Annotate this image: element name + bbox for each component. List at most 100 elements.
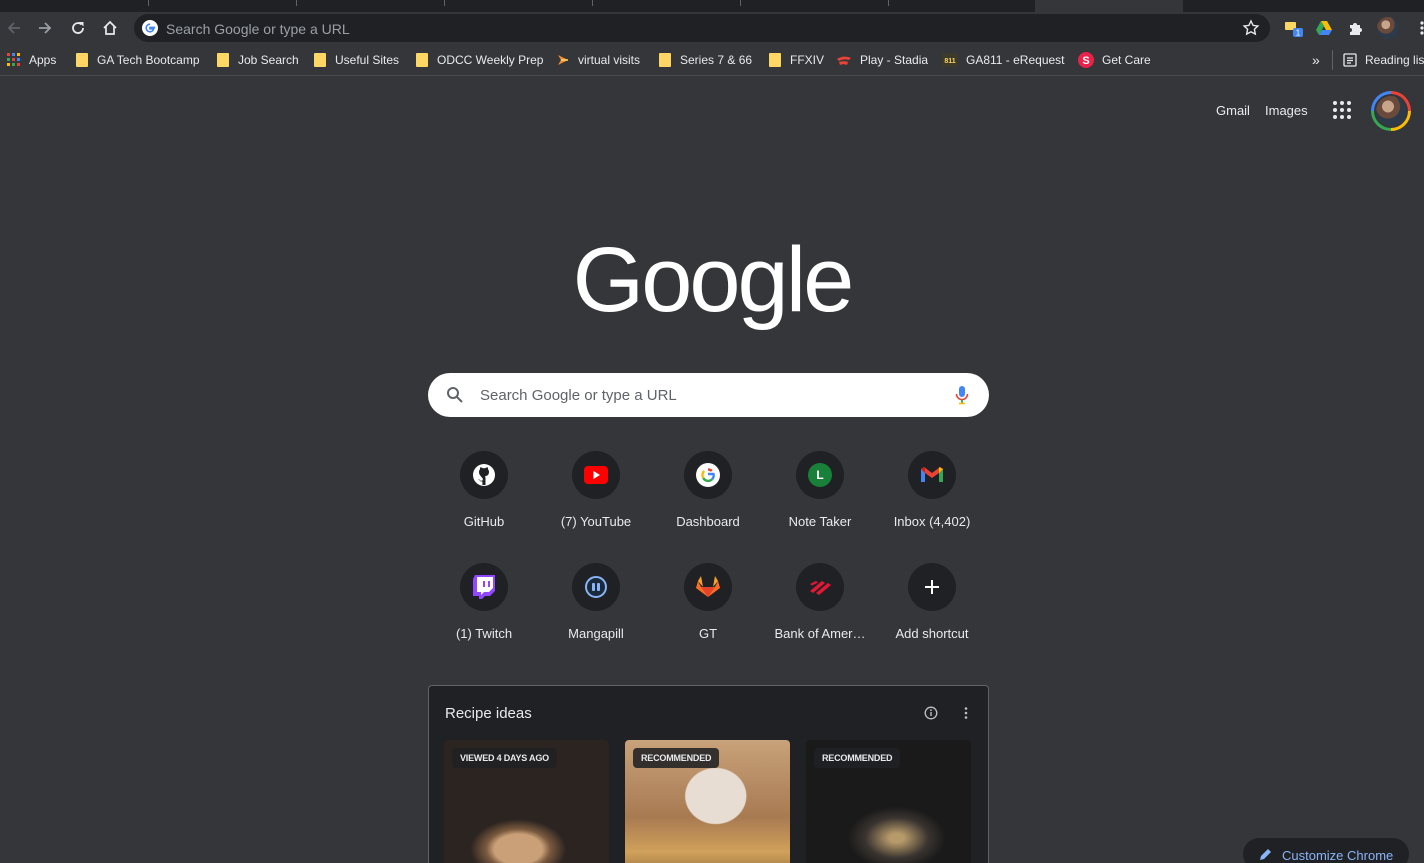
extensions-menu-button[interactable]: [1346, 18, 1366, 38]
search-icon: [447, 387, 463, 403]
shortcut-tile: [796, 563, 844, 611]
recipe-tile[interactable]: RECOMMENDED: [806, 740, 971, 863]
shortcut-gt[interactable]: GT: [652, 563, 764, 675]
bookmarks-bar: Apps GA Tech Bootcamp Job Search Useful …: [0, 44, 1424, 76]
svg-text:1: 1: [1296, 29, 1301, 38]
avatar-photo: [1376, 96, 1406, 126]
bookmark-ga-tech-bootcamp[interactable]: GA Tech Bootcamp: [75, 52, 200, 68]
shortcut-inbox[interactable]: Inbox (4,402): [876, 451, 988, 563]
forward-button[interactable]: [33, 16, 57, 40]
tab-strip: [0, 0, 1424, 12]
bank-of-america-icon: [810, 581, 831, 595]
tab-separator: [148, 0, 149, 6]
google-logo: Google: [572, 229, 855, 331]
bookmark-label: Series 7 & 66: [680, 53, 753, 67]
shortcut-tile: [684, 451, 732, 499]
extension-button[interactable]: 1: [1284, 18, 1304, 38]
shortcut-dashboard[interactable]: Dashboard: [652, 451, 764, 563]
recipe-tile[interactable]: VIEWED 4 DAYS AGO: [444, 740, 609, 863]
gitlab-icon: [696, 576, 720, 597]
extension-badge-icon: 1: [1285, 22, 1303, 38]
shortcut-label: Dashboard: [676, 514, 740, 529]
puzzle-icon: [1350, 23, 1362, 35]
reload-icon: [72, 22, 84, 34]
folder-icon: [216, 53, 230, 67]
recipe-badge: VIEWED 4 DAYS AGO: [452, 748, 557, 768]
twitch-icon: [473, 575, 495, 599]
shortcut-tile: [460, 563, 508, 611]
bookmark-star-icon[interactable]: [1242, 19, 1260, 37]
shortcut-mangapill[interactable]: Mangapill: [540, 563, 652, 675]
bookmark-job-search[interactable]: Job Search: [216, 52, 299, 68]
apps-grid-icon: [7, 53, 21, 67]
add-shortcut-button[interactable]: Add shortcut: [876, 563, 988, 675]
bookmark-get-care[interactable]: S Get Care: [1078, 52, 1151, 68]
shortcut-tile: [684, 563, 732, 611]
shortcut-tile: [908, 451, 956, 499]
shortcut-bank-of-america[interactable]: Bank of Amer…: [764, 563, 876, 675]
tab-separator: [740, 0, 741, 6]
bookmark-play-stadia[interactable]: Play - Stadia: [836, 52, 928, 68]
back-button[interactable]: [2, 16, 26, 40]
customize-chrome-label: Customize Chrome: [1282, 848, 1394, 863]
omnibox[interactable]: Search Google or type a URL: [134, 14, 1270, 42]
microphone-icon[interactable]: [955, 385, 969, 405]
account-avatar[interactable]: [1371, 91, 1411, 131]
customize-chrome-button[interactable]: Customize Chrome: [1243, 838, 1409, 863]
shortcut-label: (7) YouTube: [560, 514, 632, 529]
recipe-tile[interactable]: RECOMMENDED: [625, 740, 790, 863]
folder-icon: [768, 53, 782, 67]
shortcut-label: GT: [698, 626, 718, 641]
bookmarks-overflow-button[interactable]: »: [1312, 52, 1320, 68]
folder-icon: [75, 53, 89, 67]
reload-button[interactable]: [66, 16, 90, 40]
shortcut-twitch[interactable]: (1) Twitch: [428, 563, 540, 675]
svg-text:811: 811: [944, 58, 955, 65]
bookmark-odcc-weekly-prep[interactable]: ODCC Weekly Prep: [415, 52, 543, 68]
shortcut-label: Mangapill: [568, 626, 624, 641]
shortcut-tile: [460, 451, 508, 499]
reading-list-button[interactable]: Reading list: [1343, 52, 1424, 68]
active-tab[interactable]: [1035, 0, 1183, 12]
shortcut-label: Add shortcut: [895, 626, 969, 641]
bookmark-ga811-erequest[interactable]: 811 GA811 - eRequest: [942, 52, 1065, 68]
bookmark-label: virtual visits: [578, 53, 641, 67]
shortcut-label: Note Taker: [788, 514, 852, 529]
gmail-icon: [921, 467, 943, 482]
stadia-icon: [836, 53, 852, 67]
shortcut-label: Bank of Amer…: [774, 626, 866, 641]
shortcut-github[interactable]: GitHub: [428, 451, 540, 563]
omnibox-text: Search Google or type a URL: [166, 21, 350, 37]
overflow-chevron: »: [1312, 52, 1320, 68]
info-icon[interactable]: [924, 706, 938, 720]
kebab-menu-icon: [1420, 21, 1424, 35]
search-box[interactable]: Search Google or type a URL: [428, 373, 989, 417]
bookmark-virtual-visits[interactable]: virtual visits: [556, 52, 640, 68]
bookmark-useful-sites[interactable]: Useful Sites: [313, 52, 399, 68]
google-drive-extension[interactable]: [1314, 18, 1334, 38]
chrome-menu-button[interactable]: [1412, 18, 1424, 38]
shortcut-note-taker[interactable]: L Note Taker: [764, 451, 876, 563]
bookmark-ffxiv[interactable]: FFXIV: [768, 52, 824, 68]
shortcut-tile: [572, 563, 620, 611]
shortcut-tile: [908, 563, 956, 611]
reading-list-icon: [1343, 53, 1357, 67]
reading-list-label: Reading list: [1365, 53, 1424, 67]
browser-toolbar: Search Google or type a URL 1: [0, 12, 1424, 44]
bookmark-label: ODCC Weekly Prep: [437, 53, 544, 67]
search-input[interactable]: Search Google or type a URL: [480, 387, 677, 404]
bookmark-series-7-66[interactable]: Series 7 & 66: [658, 52, 752, 68]
google-apps-button[interactable]: [1333, 101, 1353, 121]
profile-avatar-button[interactable]: [1377, 17, 1399, 39]
pencil-icon: [1260, 849, 1271, 860]
home-button[interactable]: [98, 16, 122, 40]
bookmark-apps[interactable]: Apps: [7, 52, 56, 68]
plus-icon: [925, 580, 939, 594]
gmail-link[interactable]: Gmail: [1216, 103, 1250, 118]
folder-icon: [415, 53, 429, 67]
shortcut-youtube[interactable]: (7) YouTube: [540, 451, 652, 563]
recipe-badge: RECOMMENDED: [633, 748, 720, 768]
more-options-icon[interactable]: [959, 706, 973, 720]
youtube-icon: [584, 466, 608, 484]
images-link[interactable]: Images: [1265, 103, 1308, 118]
